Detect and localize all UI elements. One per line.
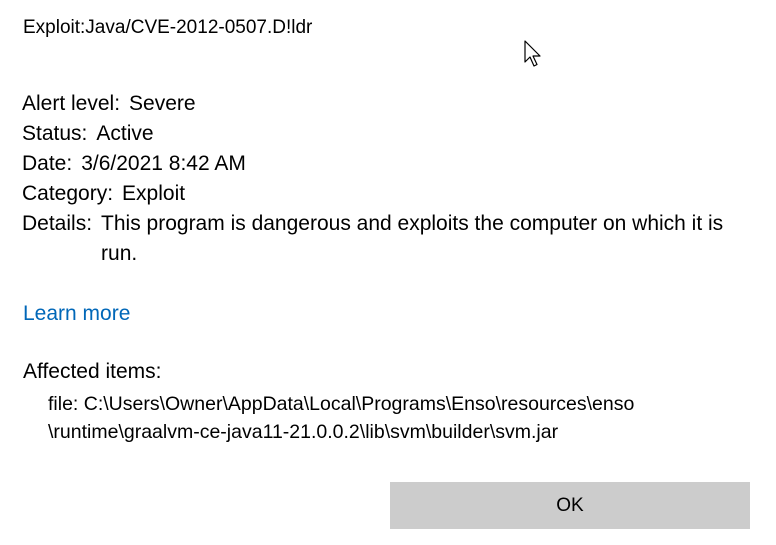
ok-button[interactable]: OK <box>390 482 750 529</box>
date-label: Date: <box>22 152 73 175</box>
status-label: Status: <box>22 122 88 145</box>
category-value: Exploit <box>122 182 186 205</box>
alert-level-row: Alert level: Severe <box>22 89 762 119</box>
description-label: Details: <box>22 212 93 235</box>
alert-level-label: Alert level: <box>22 92 121 115</box>
category-row: Category: Exploit <box>22 179 762 209</box>
description-value: This program is dangerous and exploits t… <box>101 212 724 265</box>
date-value: 3/6/2021 8:42 AM <box>81 152 246 175</box>
category-label: Category: <box>22 182 114 205</box>
status-value: Active <box>96 122 154 145</box>
mouse-pointer-icon <box>524 40 541 67</box>
learn-more-link[interactable]: Learn more <box>23 299 130 329</box>
status-row: Status: Active <box>22 119 762 149</box>
alert-level-value: Severe <box>129 92 196 115</box>
affected-item-path-line-1: file: C:\Users\Owner\AppData\Local\Progr… <box>48 393 635 415</box>
description-row: Details: This program is dangerous and e… <box>22 209 762 269</box>
affected-items-heading: Affected items: <box>23 360 162 383</box>
affected-item-path: file: C:\Users\Owner\AppData\Local\Progr… <box>48 390 698 446</box>
threat-details: Alert level: Severe Status: Active Date:… <box>22 89 762 269</box>
affected-item-path-line-2: \runtime\graalvm-ce-java11-21.0.0.2\lib\… <box>48 421 559 443</box>
threat-name: Exploit:Java/CVE-2012-0507.D!ldr <box>23 17 313 38</box>
date-row: Date: 3/6/2021 8:42 AM <box>22 149 762 179</box>
